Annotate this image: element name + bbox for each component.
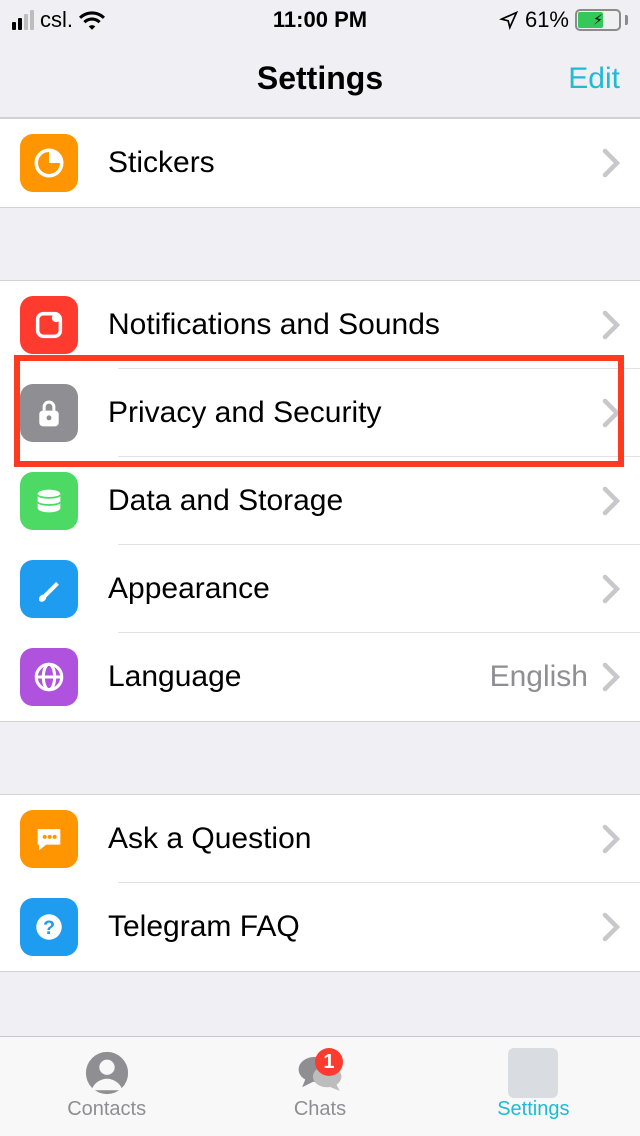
person-icon [82, 1052, 132, 1094]
chevron-right-icon [602, 912, 620, 942]
battery-percent: 61% [525, 7, 569, 33]
chevron-right-icon [602, 662, 620, 692]
tab-bar: Contacts 1 Chats Settings [0, 1036, 640, 1136]
disk-icon [20, 472, 78, 530]
chevron-right-icon [602, 148, 620, 178]
row-appearance[interactable]: Appearance [0, 545, 640, 633]
status-time: 11:00 PM [273, 7, 367, 33]
row-notifications[interactable]: Notifications and Sounds [0, 281, 640, 369]
row-ask-question[interactable]: Ask a Question [0, 795, 640, 883]
row-data-storage[interactable]: Data and Storage [0, 457, 640, 545]
chats-badge: 1 [315, 1048, 343, 1076]
settings-group-help: Ask a Question ? Telegram FAQ [0, 794, 640, 972]
settings-group-general: Notifications and Sounds Privacy and Sec… [0, 280, 640, 722]
location-icon [499, 10, 519, 30]
chevron-right-icon [602, 574, 620, 604]
chat-icon [20, 810, 78, 868]
tab-contacts[interactable]: Contacts [0, 1037, 213, 1136]
settings-group-stickers: Stickers [0, 118, 640, 208]
wifi-icon [79, 10, 105, 30]
row-label: Telegram FAQ [108, 910, 602, 944]
page-title: Settings [257, 60, 383, 97]
tab-label: Contacts [67, 1098, 146, 1121]
row-faq[interactable]: ? Telegram FAQ [0, 883, 640, 971]
row-label: Data and Storage [108, 484, 602, 518]
row-value: English [490, 660, 588, 694]
chevron-right-icon [602, 824, 620, 854]
bell-icon [20, 296, 78, 354]
tab-label: Settings [497, 1098, 569, 1121]
chevron-right-icon [602, 310, 620, 340]
tab-label: Chats [294, 1098, 346, 1121]
lock-icon [20, 384, 78, 442]
status-right: 61% ⚡︎ [499, 7, 628, 33]
status-bar: csl. 11:00 PM 61% ⚡︎ [0, 0, 640, 40]
nav-header: Settings Edit [0, 40, 640, 118]
settings-content: Stickers Notifications and Sounds Privac… [0, 118, 640, 1036]
brush-icon [20, 560, 78, 618]
row-label: Ask a Question [108, 822, 602, 856]
stickers-icon [20, 134, 78, 192]
row-label: Stickers [108, 146, 602, 180]
chevron-right-icon [602, 486, 620, 516]
question-icon: ? [20, 898, 78, 956]
row-stickers[interactable]: Stickers [0, 119, 640, 207]
tab-settings[interactable]: Settings [427, 1037, 640, 1136]
row-language[interactable]: Language English [0, 633, 640, 721]
row-privacy[interactable]: Privacy and Security [0, 369, 640, 457]
settings-thumb-icon [508, 1052, 558, 1094]
battery-icon: ⚡︎ [575, 9, 628, 31]
status-left: csl. [12, 7, 105, 33]
row-label: Notifications and Sounds [108, 308, 602, 342]
cellular-signal-icon [12, 10, 34, 30]
row-label: Appearance [108, 572, 602, 606]
edit-button[interactable]: Edit [568, 62, 620, 96]
chevron-right-icon [602, 398, 620, 428]
svg-text:?: ? [43, 917, 55, 939]
globe-icon [20, 648, 78, 706]
row-label: Language [108, 660, 490, 694]
chats-icon: 1 [295, 1052, 345, 1094]
carrier-label: csl. [40, 7, 73, 33]
tab-chats[interactable]: 1 Chats [213, 1037, 426, 1136]
row-label: Privacy and Security [108, 396, 602, 430]
